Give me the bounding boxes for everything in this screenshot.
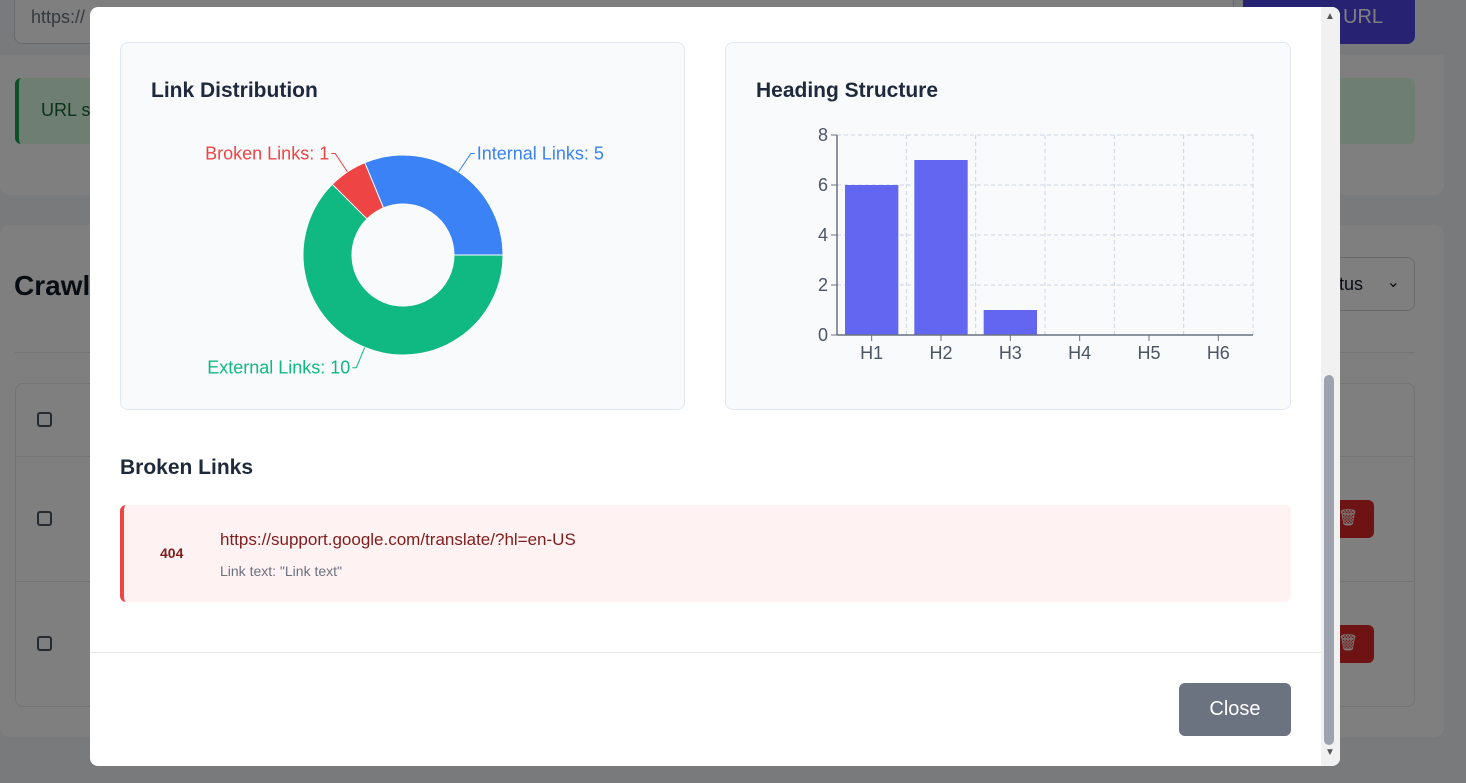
broken-link-item: 404 https://support.google.com/translate… xyxy=(120,505,1291,602)
slice-label-line xyxy=(458,153,475,173)
y-tick-label: 2 xyxy=(818,275,828,295)
bar xyxy=(914,160,968,335)
slice-label: Internal Links: 5 xyxy=(477,144,604,164)
y-tick-label: 6 xyxy=(818,175,828,195)
slice-label: External Links: 10 xyxy=(207,358,350,378)
heading-structure-chart: 0 2 4 6 8 H1 H2 H3 H4 H5 H6 xyxy=(818,125,1254,363)
x-tick-label: H5 xyxy=(1137,343,1160,363)
close-button[interactable]: Close xyxy=(1179,683,1291,736)
modal-footer-divider xyxy=(90,652,1321,653)
x-tick-label: H6 xyxy=(1207,343,1230,363)
scroll-down-arrow-icon[interactable]: ▼ xyxy=(1325,747,1335,758)
slice-label-line xyxy=(331,153,348,173)
x-tick-label: H1 xyxy=(860,343,883,363)
broken-link-url[interactable]: https://support.google.com/translate/?hl… xyxy=(220,530,576,550)
broken-links-title: Broken Links xyxy=(120,456,254,479)
heading-structure-card: Heading Structure 0 2 4 6 8 H1 H2 H3 H4 H5 H6 xyxy=(725,42,1291,410)
broken-link-text: Link text: "Link text" xyxy=(220,563,342,579)
y-tick-label: 8 xyxy=(818,125,828,145)
bar xyxy=(845,185,899,335)
donut-slice xyxy=(364,154,504,256)
y-tick-label: 4 xyxy=(818,225,828,245)
slice-label-line xyxy=(352,347,366,369)
y-tick-label: 0 xyxy=(818,325,828,345)
status-code: 404 xyxy=(160,545,184,561)
link-distribution-chart: Internal Links: 5 Broken Links: 1 External… xyxy=(205,144,604,378)
link-distribution-card: Link Distribution Internal Links: 5 Broke… xyxy=(120,42,685,410)
scroll-up-arrow-icon[interactable]: ▲ xyxy=(1325,11,1335,22)
slice-label: Broken Links: 1 xyxy=(205,144,329,164)
details-modal: Link Distribution Internal Links: 5 Broke… xyxy=(90,7,1340,766)
x-tick-label: H4 xyxy=(1068,343,1091,363)
scrollbar-thumb[interactable] xyxy=(1324,375,1334,745)
modal-scrollbar[interactable]: ▲ ▼ xyxy=(1321,7,1340,766)
bar xyxy=(983,310,1037,335)
x-tick-label: H2 xyxy=(929,343,952,363)
x-tick-label: H3 xyxy=(999,343,1022,363)
